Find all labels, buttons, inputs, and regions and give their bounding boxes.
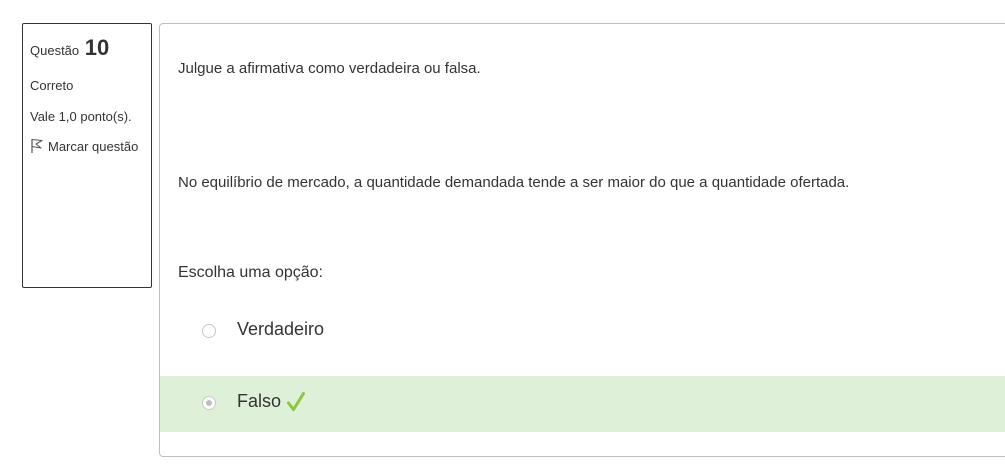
radio-verdadeiro[interactable]: [202, 324, 216, 338]
question-state: Correto: [30, 78, 74, 93]
question-info-panel: Questão 10 Correto Vale 1,0 ponto(s). Ma…: [22, 23, 152, 288]
answer-option-label[interactable]: Verdadeiro: [237, 319, 324, 340]
question-label: Questão: [30, 43, 80, 58]
flag-question-label: Marcar questão: [48, 139, 139, 154]
question-content: Julgue a afirmativa como verdadeira ou f…: [159, 23, 1005, 457]
question-statement: No equilíbrio de mercado, a quantidade d…: [178, 174, 850, 191]
flag-question-link[interactable]: Marcar questão: [30, 138, 144, 155]
question-instruction: Julgue a afirmativa como verdadeira ou f…: [178, 60, 481, 77]
question-number: Questão 10: [30, 32, 144, 64]
question-grade: Vale 1,0 ponto(s).: [30, 109, 132, 124]
answer-option-label[interactable]: Falso: [237, 391, 281, 412]
radio-falso[interactable]: [202, 396, 216, 410]
answer-prompt: Escolha uma opção:: [178, 264, 323, 281]
check-icon: [287, 392, 305, 411]
question-number-value: 10: [84, 35, 110, 60]
answer-option-verdadeiro[interactable]: Verdadeiro: [160, 304, 1005, 360]
answer-option-falso[interactable]: Falso: [160, 376, 1005, 432]
flag-icon: [31, 138, 43, 153]
